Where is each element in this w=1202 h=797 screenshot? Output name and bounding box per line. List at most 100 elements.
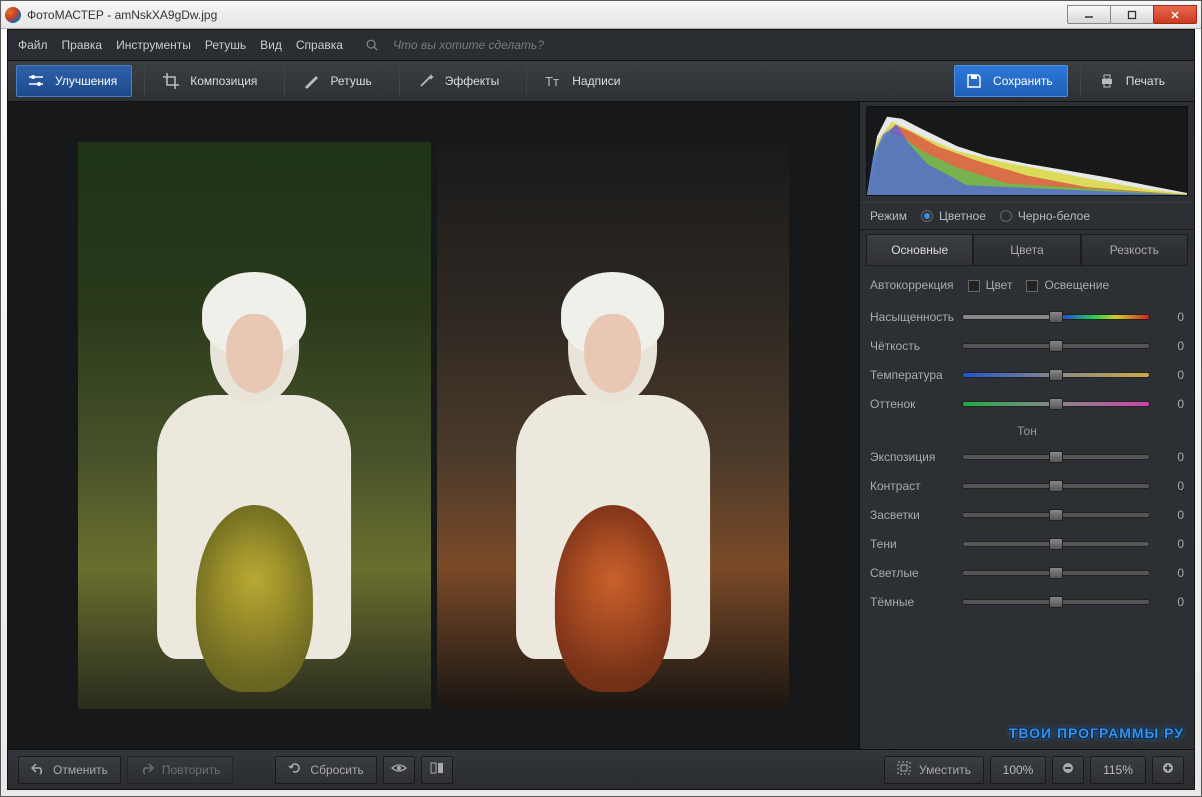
slider-track[interactable]: [962, 454, 1150, 460]
zoom-level[interactable]: 115%: [1090, 756, 1146, 784]
print-button[interactable]: Печать: [1087, 65, 1180, 97]
brush-icon: [302, 72, 320, 90]
autocorrect-color[interactable]: Цвет: [968, 278, 1013, 292]
toolbar: Улучшения Композиция Ретушь Эффекты Tт Н…: [8, 60, 1194, 102]
slider-track[interactable]: [962, 314, 1150, 320]
slider-track[interactable]: [962, 483, 1150, 489]
zoom-in-button[interactable]: [1152, 756, 1184, 784]
slider-thumb[interactable]: [1049, 596, 1063, 608]
tab-main[interactable]: Основные: [866, 234, 973, 266]
radio-off-icon: [1000, 210, 1012, 222]
divider: [144, 67, 145, 95]
slider-thumb[interactable]: [1049, 480, 1063, 492]
slider-contrast[interactable]: Контраст0: [870, 471, 1184, 500]
divider: [1080, 67, 1081, 95]
slider-blacks[interactable]: Тёмные0: [870, 587, 1184, 616]
search-input[interactable]: Что вы хотите сделать?: [393, 38, 544, 52]
slider-tint[interactable]: Оттенок0: [870, 389, 1184, 418]
tool-captions-label: Надписи: [572, 74, 620, 88]
tool-captions[interactable]: Tт Надписи: [533, 65, 635, 97]
menu-file[interactable]: Файл: [18, 38, 48, 52]
titlebar: ФотоМАСТЕР - amNskXA9gDw.jpg: [1, 1, 1201, 29]
preview-toggle[interactable]: [383, 756, 415, 784]
app-icon: [5, 7, 21, 23]
sliders-icon: [27, 72, 45, 90]
tool-retouch[interactable]: Ретушь: [291, 65, 386, 97]
eye-icon: [391, 760, 407, 779]
workarea: Режим Цветное Черно-белое Основные Цвета…: [8, 102, 1194, 749]
slider-track[interactable]: [962, 401, 1150, 407]
checkbox-icon: [968, 280, 980, 292]
text-icon: Tт: [544, 72, 562, 90]
autocorrect-light[interactable]: Освещение: [1026, 278, 1109, 292]
undo-button[interactable]: Отменить: [18, 756, 121, 784]
side-panel: Режим Цветное Черно-белое Основные Цвета…: [860, 102, 1194, 749]
slider-whites[interactable]: Светлые0: [870, 558, 1184, 587]
autocorrect-label: Автокоррекция: [870, 278, 954, 292]
slider-track[interactable]: [962, 372, 1150, 378]
slider-highlights[interactable]: Засветки0: [870, 500, 1184, 529]
zoom-100[interactable]: 100%: [990, 756, 1046, 784]
slider-thumb[interactable]: [1049, 567, 1063, 579]
slider-thumb[interactable]: [1049, 398, 1063, 410]
mode-row: Режим Цветное Черно-белое: [860, 202, 1194, 230]
slider-thumb[interactable]: [1049, 311, 1063, 323]
menu-view[interactable]: Вид: [260, 38, 282, 52]
slider-thumb[interactable]: [1049, 509, 1063, 521]
mode-bw-radio[interactable]: Черно-белое: [1000, 209, 1090, 223]
maximize-button[interactable]: [1110, 5, 1154, 24]
window-controls: [1068, 5, 1197, 24]
canvas-area: [8, 102, 860, 749]
slider-thumb[interactable]: [1049, 538, 1063, 550]
tool-composition-label: Композиция: [190, 74, 257, 88]
tab-sharpness[interactable]: Резкость: [1081, 234, 1188, 266]
adjust-tabs: Основные Цвета Резкость: [866, 234, 1188, 266]
divider: [399, 67, 400, 95]
slider-saturation[interactable]: Насыщенность0: [870, 302, 1184, 331]
minimize-button[interactable]: [1067, 5, 1111, 24]
mode-label: Режим: [870, 209, 907, 223]
crop-icon: [162, 72, 180, 90]
fit-icon: [897, 761, 911, 778]
watermark: ТВОИ ПРОГРАММЫ РУ: [860, 721, 1194, 749]
redo-icon: [140, 761, 154, 778]
slider-shadows[interactable]: Тени0: [870, 529, 1184, 558]
checkbox-icon: [1026, 280, 1038, 292]
slider-thumb[interactable]: [1049, 451, 1063, 463]
bottombar: Отменить Повторить Сбросить Уместить: [8, 749, 1194, 789]
fit-button[interactable]: Уместить: [884, 756, 984, 784]
menu-help[interactable]: Справка: [296, 38, 343, 52]
compare-toggle[interactable]: [421, 756, 453, 784]
mode-color-radio[interactable]: Цветное: [921, 209, 986, 223]
slider-track[interactable]: [962, 343, 1150, 349]
histogram[interactable]: [866, 106, 1188, 196]
menu-tools[interactable]: Инструменты: [116, 38, 191, 52]
tab-colors[interactable]: Цвета: [973, 234, 1080, 266]
close-button[interactable]: [1153, 5, 1197, 24]
menu-retouch[interactable]: Ретушь: [205, 38, 246, 52]
tool-composition[interactable]: Композиция: [151, 65, 272, 97]
tool-retouch-label: Ретушь: [330, 74, 371, 88]
slider-track[interactable]: [962, 512, 1150, 518]
slider-clarity[interactable]: Чёткость0: [870, 331, 1184, 360]
canvas[interactable]: [8, 102, 859, 749]
slider-thumb[interactable]: [1049, 369, 1063, 381]
radio-on-icon: [921, 210, 933, 222]
photo-after: [437, 142, 790, 709]
save-button[interactable]: Сохранить: [954, 65, 1068, 97]
tool-enhancements[interactable]: Улучшения: [16, 65, 132, 97]
tool-effects[interactable]: Эффекты: [406, 65, 515, 97]
plus-icon: [1162, 762, 1174, 777]
slider-temperature[interactable]: Температура0: [870, 360, 1184, 389]
slider-track[interactable]: [962, 599, 1150, 605]
menu-edit[interactable]: Правка: [62, 38, 103, 52]
slider-track[interactable]: [962, 541, 1150, 547]
slider-thumb[interactable]: [1049, 340, 1063, 352]
divider: [526, 67, 527, 95]
tool-effects-label: Эффекты: [445, 74, 500, 88]
slider-exposure[interactable]: Экспозиция0: [870, 442, 1184, 471]
zoom-out-button[interactable]: [1052, 756, 1084, 784]
reset-button[interactable]: Сбросить: [275, 756, 376, 784]
slider-track[interactable]: [962, 570, 1150, 576]
redo-button[interactable]: Повторить: [127, 756, 234, 784]
